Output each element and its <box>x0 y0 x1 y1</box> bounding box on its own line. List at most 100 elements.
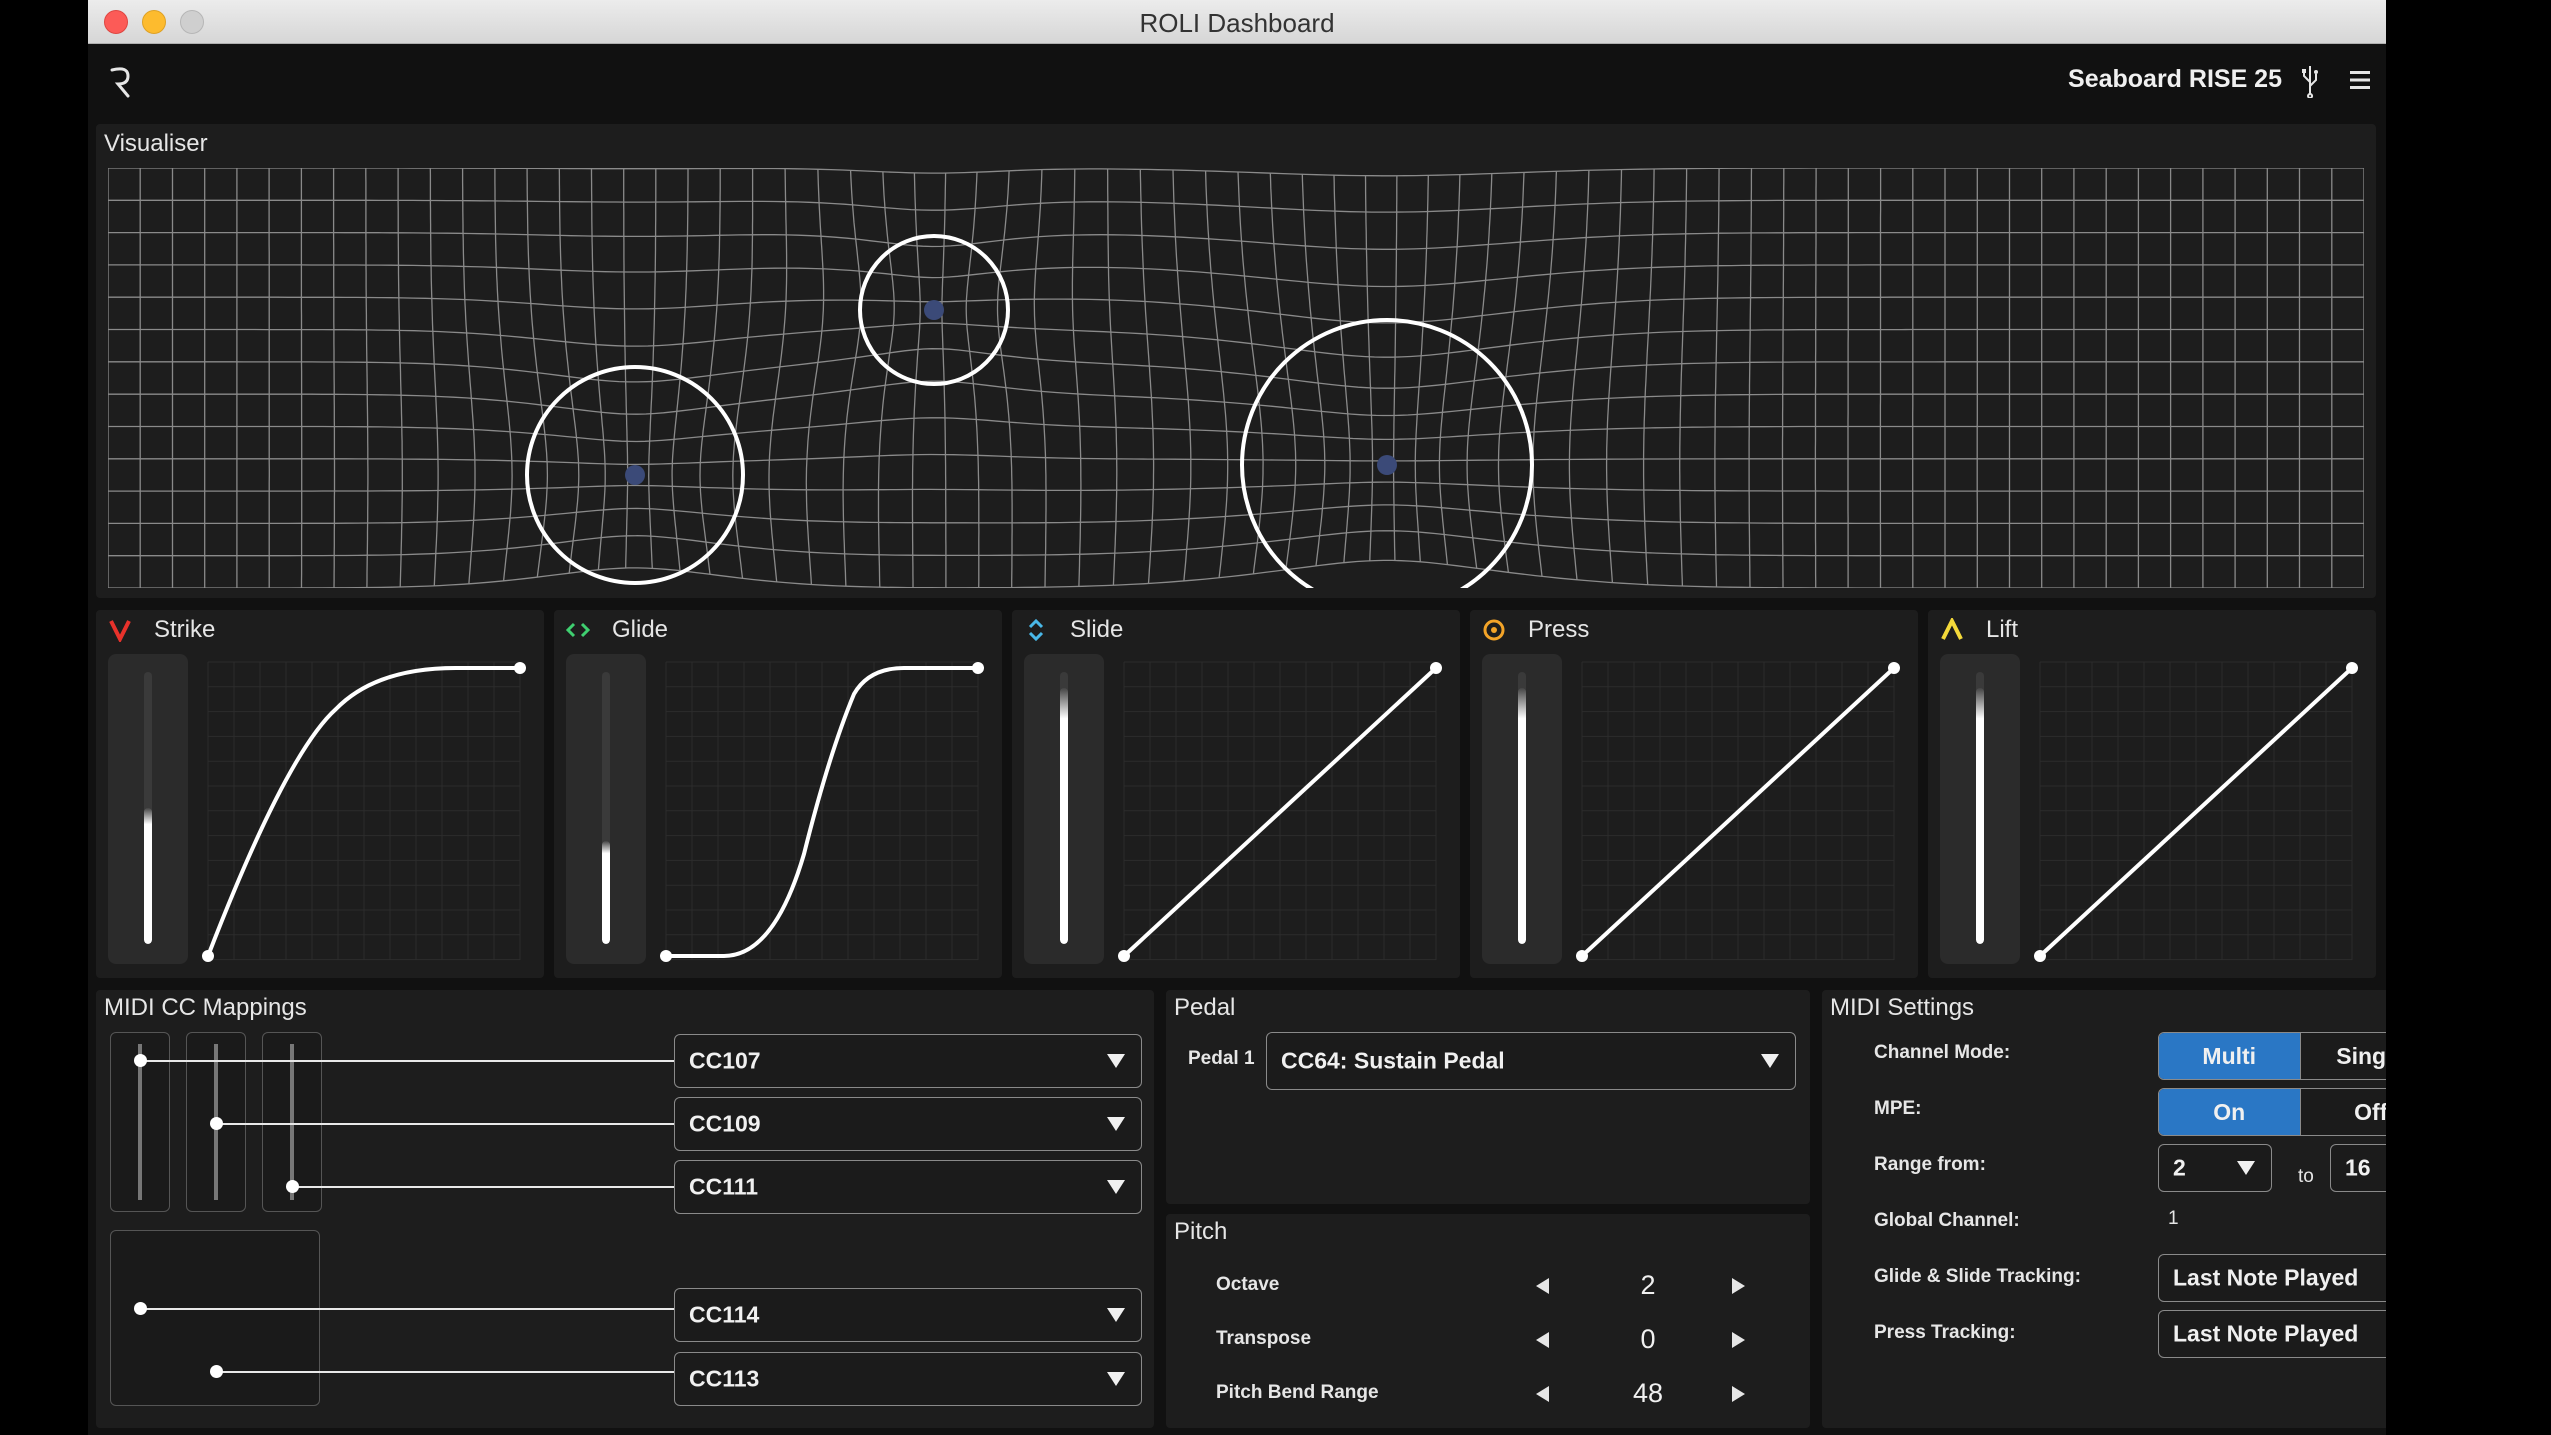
channel-mode-multi-button[interactable]: Multi <box>2159 1033 2301 1079</box>
octave-decrease-icon[interactable] <box>1536 1278 1549 1294</box>
cc-mapping-dropdown-2[interactable]: CC109 <box>674 1097 1142 1151</box>
range-from-label: Range from: <box>1874 1154 1986 1175</box>
pitch-bend-decrease-icon[interactable] <box>1536 1386 1549 1402</box>
midi-settings-title: MIDI Settings <box>1830 994 1975 1021</box>
slide-curve-editor[interactable] <box>1112 654 1448 966</box>
window-title: ROLI Dashboard <box>1139 8 1335 38</box>
curve-end-handle[interactable] <box>972 662 984 674</box>
channel-mode-toggle: Multi Single <box>2158 1032 2386 1080</box>
cc-slider-3-track <box>290 1044 294 1200</box>
channel-mode-label: Channel Mode: <box>1874 1042 2011 1063</box>
octave-increase-icon[interactable] <box>1732 1278 1745 1294</box>
transpose-decrease-icon[interactable] <box>1536 1332 1549 1348</box>
strike-v-icon <box>109 620 131 642</box>
dropdown-value: CC114 <box>689 1301 760 1328</box>
press-circle-icon <box>1483 619 1505 641</box>
cc-connector <box>294 1186 674 1188</box>
curve-start-handle[interactable] <box>1576 950 1588 962</box>
lift-fader[interactable] <box>1940 654 2020 964</box>
transpose-increase-icon[interactable] <box>1732 1332 1745 1348</box>
title-bar: ROLI Dashboard <box>88 0 2386 44</box>
cc-connector <box>218 1123 674 1125</box>
press-panel: Press <box>1470 610 1918 978</box>
dropdown-value: Last Note Played <box>2173 1320 2359 1347</box>
curve-start-handle[interactable] <box>202 950 214 962</box>
glide-title: Glide <box>612 616 669 643</box>
press-fader[interactable] <box>1482 654 1562 964</box>
pitch-bend-increase-icon[interactable] <box>1732 1386 1745 1402</box>
visualiser-grid[interactable] <box>108 168 2364 588</box>
cc-mapping-dropdown-5[interactable]: CC113 <box>674 1352 1142 1406</box>
top-bar: Seaboard RISE 25 <box>88 44 2386 122</box>
channel-mode-single-button[interactable]: Single <box>2300 1033 2386 1079</box>
pitch-title: Pitch <box>1174 1218 1228 1245</box>
pedal-1-label: Pedal 1 <box>1188 1048 1255 1069</box>
lift-caret-icon <box>1941 618 1963 640</box>
glide-panel: Glide <box>554 610 1002 978</box>
touch-circle <box>1240 318 1534 588</box>
mpe-toggle: On Off <box>2158 1088 2386 1136</box>
strike-title: Strike <box>154 616 216 643</box>
lift-curve-editor[interactable] <box>2028 654 2364 966</box>
touch-point <box>1377 455 1397 475</box>
strike-fader[interactable] <box>108 654 188 964</box>
range-to-dropdown[interactable]: 16 <box>2330 1144 2386 1192</box>
roli-logo-icon[interactable] <box>106 62 136 102</box>
curve-start-handle[interactable] <box>2034 950 2046 962</box>
press-tracking-dropdown[interactable]: Last Note Played <box>2158 1310 2386 1358</box>
cc-slider-2-handle[interactable] <box>210 1117 223 1130</box>
octave-label: Octave <box>1216 1274 1280 1295</box>
touch-point <box>924 300 944 320</box>
global-channel-label: Global Channel: <box>1874 1210 2020 1231</box>
device-name[interactable]: Seaboard RISE 25 <box>2068 65 2282 94</box>
glide-fader[interactable] <box>566 654 646 964</box>
cc-mapping-dropdown-3[interactable]: CC111 <box>674 1160 1142 1214</box>
dropdown-arrow-icon <box>1107 1372 1125 1386</box>
cc-connector <box>142 1060 674 1062</box>
slide-title: Slide <box>1070 616 1124 643</box>
curve-start-handle[interactable] <box>1118 950 1130 962</box>
curve-end-handle[interactable] <box>514 662 526 674</box>
cc-slider-1-handle[interactable] <box>134 1054 147 1067</box>
slide-fader[interactable] <box>1024 654 1104 964</box>
glide-slide-tracking-label: Glide & Slide Tracking: <box>1874 1266 2081 1287</box>
cc-connector <box>142 1308 674 1310</box>
curve-start-handle[interactable] <box>660 950 672 962</box>
dropdown-value: CC109 <box>689 1110 761 1137</box>
dropdown-value: CC64: Sustain Pedal <box>1281 1047 1505 1074</box>
cc-xy-pad[interactable] <box>110 1230 320 1406</box>
transpose-value: 0 <box>1640 1324 1656 1354</box>
curve-end-handle[interactable] <box>1430 662 1442 674</box>
cc-mapping-dropdown-1[interactable]: CC107 <box>674 1034 1142 1088</box>
pitch-bend-range-row: Pitch Bend Range 48 <box>1166 1374 1810 1414</box>
dropdown-value: CC111 <box>689 1173 759 1200</box>
pitch-panel: Pitch Octave 2 Transpose 0 Pitch Bend Ra… <box>1166 1214 1810 1428</box>
cc-xy-y-handle[interactable] <box>210 1365 223 1378</box>
lift-title: Lift <box>1986 616 2019 643</box>
curve-end-handle[interactable] <box>2346 662 2358 674</box>
transpose-label: Transpose <box>1216 1328 1312 1349</box>
mpe-on-button[interactable]: On <box>2159 1089 2301 1135</box>
app-window: ROLI Dashboard Seaboard RISE 25 Visualis… <box>88 0 2386 1435</box>
curve-end-handle[interactable] <box>1888 662 1900 674</box>
mpe-label: MPE: <box>1874 1098 1922 1119</box>
cc-slider-3-handle[interactable] <box>286 1180 299 1193</box>
menu-icon[interactable] <box>2348 68 2372 92</box>
range-from-dropdown[interactable]: 2 <box>2158 1144 2272 1192</box>
pedal-1-dropdown[interactable]: CC64: Sustain Pedal <box>1266 1032 1796 1090</box>
slide-panel: Slide <box>1012 610 1460 978</box>
mpe-off-button[interactable]: Off <box>2300 1089 2386 1135</box>
cc-mapping-dropdown-4[interactable]: CC114 <box>674 1288 1142 1342</box>
dropdown-value: 16 <box>2345 1154 2371 1181</box>
range-to-label: to <box>2298 1166 2314 1187</box>
slide-arrows-icon <box>1028 618 1044 642</box>
usb-icon <box>2302 66 2318 98</box>
glide-curve-editor[interactable] <box>654 654 990 966</box>
cc-connector <box>218 1371 674 1373</box>
glide-slide-tracking-dropdown[interactable]: Last Note Played <box>2158 1254 2386 1302</box>
press-title: Press <box>1528 616 1590 643</box>
press-curve-editor[interactable] <box>1570 654 1906 966</box>
cc-xy-x-handle[interactable] <box>134 1302 147 1315</box>
pitch-bend-range-value: 48 <box>1632 1378 1664 1408</box>
strike-curve-editor[interactable] <box>196 654 532 966</box>
